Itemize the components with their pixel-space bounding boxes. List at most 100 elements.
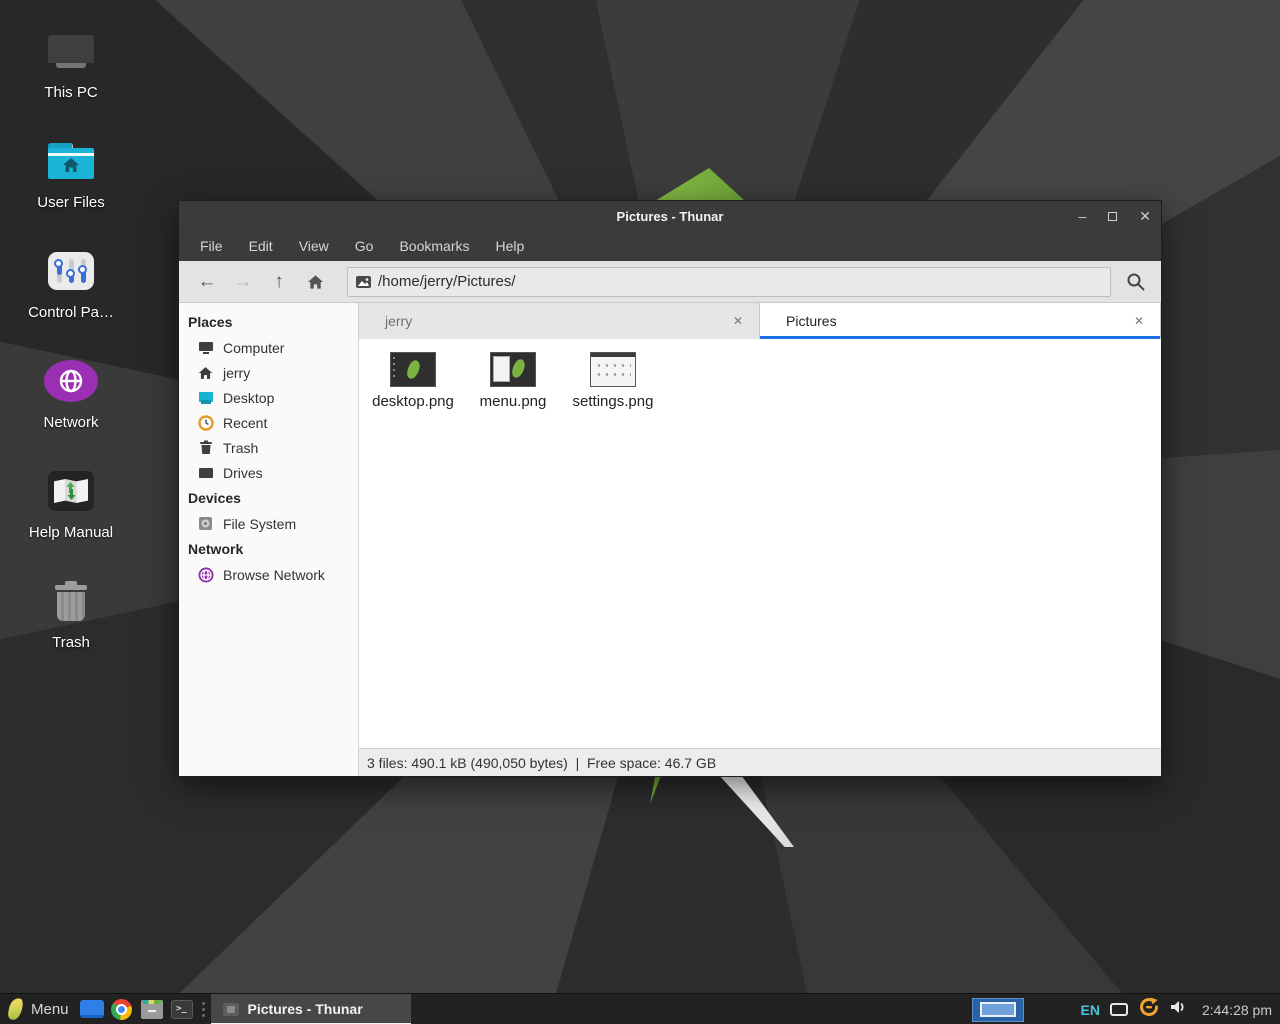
menu-file[interactable]: File (200, 238, 223, 254)
desktop-icon-control-panel[interactable]: Control Pa… (0, 246, 142, 321)
sidebar-item-label: Drives (223, 465, 263, 481)
mint-logo-peak (655, 168, 745, 201)
system-tray: EN 2:44:28 pm (972, 994, 1280, 1024)
sidebar-header-places: Places (179, 309, 358, 335)
menu-view[interactable]: View (299, 238, 329, 254)
chrome-launcher[interactable] (107, 994, 137, 1024)
home-icon (197, 364, 214, 381)
chrome-icon (111, 999, 132, 1020)
menu-edit[interactable]: Edit (249, 238, 273, 254)
update-manager-icon[interactable] (1138, 996, 1160, 1023)
back-button[interactable]: ← (189, 266, 225, 298)
status-text: 3 files: 490.1 kB (490,050 bytes) | Free… (367, 755, 716, 771)
tab-jerry[interactable]: jerry ✕ (359, 303, 760, 339)
sidebar-item-file-system[interactable]: File System (179, 511, 358, 536)
network-globe-icon (44, 356, 98, 406)
thunar-icon (223, 1003, 239, 1016)
trash-icon (197, 439, 214, 456)
desktop-monitor-icon (197, 389, 214, 406)
mint-logo-icon (7, 997, 24, 1021)
task-button-label: Pictures - Thunar (248, 1001, 363, 1017)
desktop-icon-help-manual[interactable]: Help Manual (0, 466, 142, 541)
show-desktop-button[interactable] (77, 994, 107, 1024)
status-bar: 3 files: 490.1 kB (490,050 bytes) | Free… (359, 748, 1161, 776)
file-manager-launcher[interactable] (137, 994, 167, 1024)
computer-icon (48, 26, 94, 76)
sidebar: Places Computer jerry (179, 303, 359, 776)
sidebar-item-desktop[interactable]: Desktop (179, 385, 358, 410)
start-menu-button[interactable]: Menu (0, 994, 77, 1024)
tab-close-icon[interactable]: ✕ (729, 312, 747, 330)
home-icon (307, 274, 324, 290)
hard-disk-icon (197, 515, 214, 532)
tab-close-icon[interactable]: ✕ (1130, 312, 1148, 330)
sidebar-item-browse-network[interactable]: Browse Network (179, 562, 358, 587)
sidebar-item-label: Desktop (223, 390, 274, 406)
show-desktop-icon (80, 1000, 104, 1018)
minimize-button[interactable]: – (1078, 209, 1086, 223)
control-panel-icon (48, 246, 94, 296)
volume-icon[interactable] (1170, 999, 1188, 1020)
desktop-icon-label: Network (43, 414, 98, 431)
workspace-switcher[interactable] (972, 998, 1024, 1022)
desktop-icon-this-pc[interactable]: This PC (0, 26, 142, 101)
sidebar-item-label: jerry (223, 365, 250, 381)
desktop-icon-label: User Files (37, 194, 105, 211)
file-name: menu.png (480, 393, 547, 410)
workspace-1[interactable] (980, 1002, 1016, 1017)
main-pane: jerry ✕ Pictures ✕ desktop.png (359, 303, 1161, 776)
tab-label: Pictures (772, 313, 1130, 329)
file-name: settings.png (573, 393, 654, 410)
desktop-icon-label: Control Pa… (28, 304, 114, 321)
menu-go[interactable]: Go (355, 238, 374, 254)
mint-logo-sliver (650, 777, 666, 804)
file-view[interactable]: desktop.png menu.png settings.png (359, 339, 1161, 748)
sidebar-header-devices: Devices (179, 485, 358, 511)
maximize-button[interactable] (1108, 212, 1117, 221)
tab-pictures[interactable]: Pictures ✕ (760, 303, 1161, 339)
desktop-icon-network[interactable]: Network (0, 356, 142, 431)
sidebar-item-label: Computer (223, 340, 284, 356)
menu-help[interactable]: Help (496, 238, 525, 254)
mint-logo-blade (716, 777, 794, 847)
sidebar-item-recent[interactable]: Recent (179, 410, 358, 435)
window-title: Pictures - Thunar (179, 209, 1161, 224)
thunar-window: Pictures - Thunar – ✕ File Edit View Go … (178, 200, 1162, 777)
menu-bar: File Edit View Go Bookmarks Help (179, 231, 1161, 261)
forward-button[interactable]: → (225, 266, 261, 298)
path-text: /home/jerry/Pictures/ (378, 273, 516, 290)
sidebar-item-trash[interactable]: Trash (179, 435, 358, 460)
help-manual-icon (48, 466, 94, 516)
home-button[interactable] (297, 266, 333, 298)
clock[interactable]: 2:44:28 pm (1198, 1002, 1272, 1018)
tab-bar: jerry ✕ Pictures ✕ (359, 303, 1161, 339)
search-button[interactable] (1121, 267, 1151, 297)
sidebar-item-computer[interactable]: Computer (179, 335, 358, 360)
file-item-menu-png[interactable]: menu.png (463, 347, 563, 410)
terminal-launcher[interactable]: >_ (167, 994, 197, 1024)
window-titlebar[interactable]: Pictures - Thunar – ✕ (179, 201, 1161, 231)
display-tray-icon[interactable] (1110, 1003, 1128, 1016)
task-button-thunar[interactable]: Pictures - Thunar (211, 994, 411, 1024)
toolbar: ← → ↑ /home/jerry/Pictures/ (179, 261, 1161, 303)
home-folder-icon (48, 136, 94, 186)
sidebar-item-jerry[interactable]: jerry (179, 360, 358, 385)
keyboard-layout-indicator[interactable]: EN (1080, 1002, 1099, 1018)
trash-icon (55, 576, 87, 626)
path-bar[interactable]: /home/jerry/Pictures/ (347, 267, 1111, 297)
tab-label: jerry (371, 313, 729, 329)
sidebar-item-drives[interactable]: Drives (179, 460, 358, 485)
desktop-icon-trash[interactable]: Trash (0, 576, 142, 651)
menu-bookmarks[interactable]: Bookmarks (399, 238, 469, 254)
file-item-desktop-png[interactable]: desktop.png (363, 347, 463, 410)
sidebar-item-label: File System (223, 516, 296, 532)
sidebar-item-label: Trash (223, 440, 258, 456)
desktop-icon-user-files[interactable]: User Files (0, 136, 142, 211)
panel-handle[interactable] (199, 994, 209, 1024)
search-icon (1126, 272, 1146, 292)
sidebar-item-label: Browse Network (223, 567, 325, 583)
start-menu-label: Menu (31, 1001, 69, 1018)
up-button[interactable]: ↑ (261, 266, 297, 298)
file-item-settings-png[interactable]: settings.png (563, 347, 663, 410)
close-button[interactable]: ✕ (1139, 209, 1151, 223)
